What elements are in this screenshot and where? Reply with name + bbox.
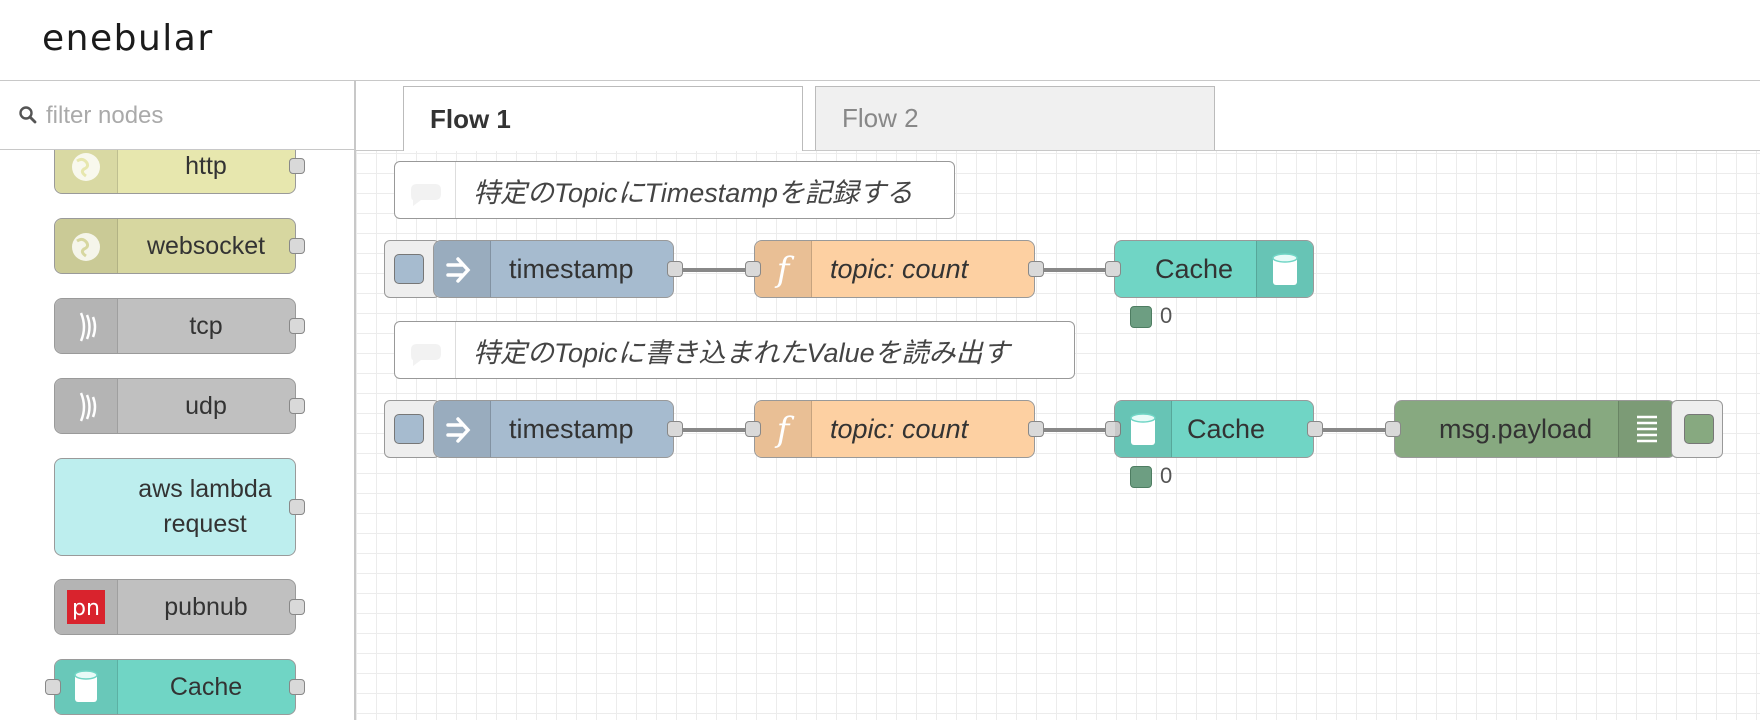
node-status: 0 — [1130, 303, 1172, 329]
comment-text: 特定のTopicにTimestampを記録する — [473, 177, 913, 208]
database-icon — [55, 660, 118, 714]
search-icon — [19, 106, 37, 124]
node-status: 0 — [1130, 463, 1172, 489]
filter-nodes-input[interactable] — [44, 95, 338, 137]
inject-arrow-icon — [434, 241, 491, 297]
pubnub-logo: pn — [55, 580, 118, 634]
output-port[interactable] — [1307, 421, 1323, 437]
palette-node-label: udp — [185, 391, 227, 420]
debug-list-icon — [1618, 401, 1675, 457]
output-port[interactable] — [289, 158, 305, 174]
function-node[interactable]: f topic: count — [745, 400, 1044, 458]
output-port[interactable] — [667, 421, 683, 437]
bridge-icon — [55, 379, 118, 433]
input-port[interactable] — [745, 261, 761, 277]
inject-trigger-button[interactable] — [384, 240, 440, 298]
input-port[interactable] — [1105, 261, 1121, 277]
debug-toggle-button[interactable] — [1671, 400, 1723, 458]
palette-node-label: tcp — [189, 311, 223, 340]
output-port[interactable] — [289, 318, 305, 334]
flow-workspace[interactable]: 特定のTopicにTimestampを記録する timestamp f topi… — [356, 81, 1760, 720]
bridge-icon — [55, 299, 118, 353]
output-port[interactable] — [667, 261, 683, 277]
inject-trigger-button[interactable] — [384, 400, 440, 458]
svg-text:pn: pn — [72, 596, 100, 621]
debug-node[interactable]: msg.payload — [1385, 400, 1676, 458]
output-port[interactable] — [289, 398, 305, 414]
palette-node-websocket[interactable]: websocket — [54, 218, 305, 274]
cache-node[interactable]: Cache — [1105, 240, 1314, 298]
flow-tabs: Flow 1 Flow 2 — [356, 81, 1760, 151]
node-label: msg.payload — [1439, 413, 1593, 444]
palette-node-label: aws lambda request — [138, 475, 272, 538]
app-header: enebular — [0, 0, 1760, 81]
svg-text:f: f — [774, 250, 795, 290]
input-port[interactable] — [745, 421, 761, 437]
function-node[interactable]: f topic: count — [745, 240, 1044, 298]
palette-filter — [0, 81, 354, 150]
palette-node-label: Cache — [169, 672, 243, 701]
output-port[interactable] — [289, 238, 305, 254]
cache-node[interactable]: Cache — [1105, 400, 1323, 458]
node-label: topic: count — [830, 413, 969, 444]
output-port[interactable] — [289, 599, 305, 615]
output-port[interactable] — [1028, 421, 1044, 437]
node-label: topic: count — [830, 253, 969, 284]
node-label: Cache — [1155, 253, 1234, 284]
node-palette: http websocket tcp udp aws lambda reques… — [0, 81, 356, 720]
node-label: Cache — [1187, 413, 1266, 444]
output-port[interactable] — [289, 499, 305, 515]
palette-node-tcp[interactable]: tcp — [54, 298, 305, 354]
palette-node-udp[interactable]: udp — [54, 378, 305, 434]
palette-node-aws-lambda-request[interactable]: aws lambda request — [54, 458, 305, 556]
status-indicator — [1130, 306, 1152, 329]
output-port[interactable] — [289, 679, 305, 695]
tab-flow-2[interactable]: Flow 2 — [815, 86, 1215, 150]
inject-node[interactable]: timestamp — [433, 240, 683, 298]
palette-node-label: websocket — [146, 231, 266, 260]
svg-text:f: f — [774, 410, 795, 450]
enebular-logo: enebular — [42, 18, 214, 59]
comment-icon — [395, 162, 456, 218]
output-port[interactable] — [1028, 261, 1044, 277]
inject-arrow-icon — [434, 401, 491, 457]
comment-node[interactable]: 特定のTopicに書き込まれたValueを読み出す — [394, 321, 1075, 379]
palette-node-pubnub[interactable]: pn pubnub — [54, 579, 305, 635]
function-icon: f — [755, 401, 812, 457]
input-port[interactable] — [45, 679, 61, 695]
database-icon — [1115, 401, 1172, 457]
comment-text: 特定のTopicに書き込まれたValueを読み出す — [473, 337, 1010, 368]
inject-node[interactable]: timestamp — [433, 400, 683, 458]
comment-icon — [395, 322, 456, 378]
status-indicator — [1130, 466, 1152, 489]
palette-node-label: pubnub — [164, 592, 248, 621]
tab-flow-1[interactable]: Flow 1 — [403, 86, 803, 151]
node-label: timestamp — [509, 253, 634, 284]
comment-node[interactable]: 特定のTopicにTimestampを記録する — [394, 161, 955, 219]
globe-icon — [55, 219, 118, 273]
node-label: timestamp — [509, 413, 634, 444]
input-port[interactable] — [1385, 421, 1401, 437]
database-icon — [1256, 241, 1313, 297]
function-icon: f — [755, 241, 812, 297]
palette-node-cache[interactable]: Cache — [45, 659, 305, 715]
